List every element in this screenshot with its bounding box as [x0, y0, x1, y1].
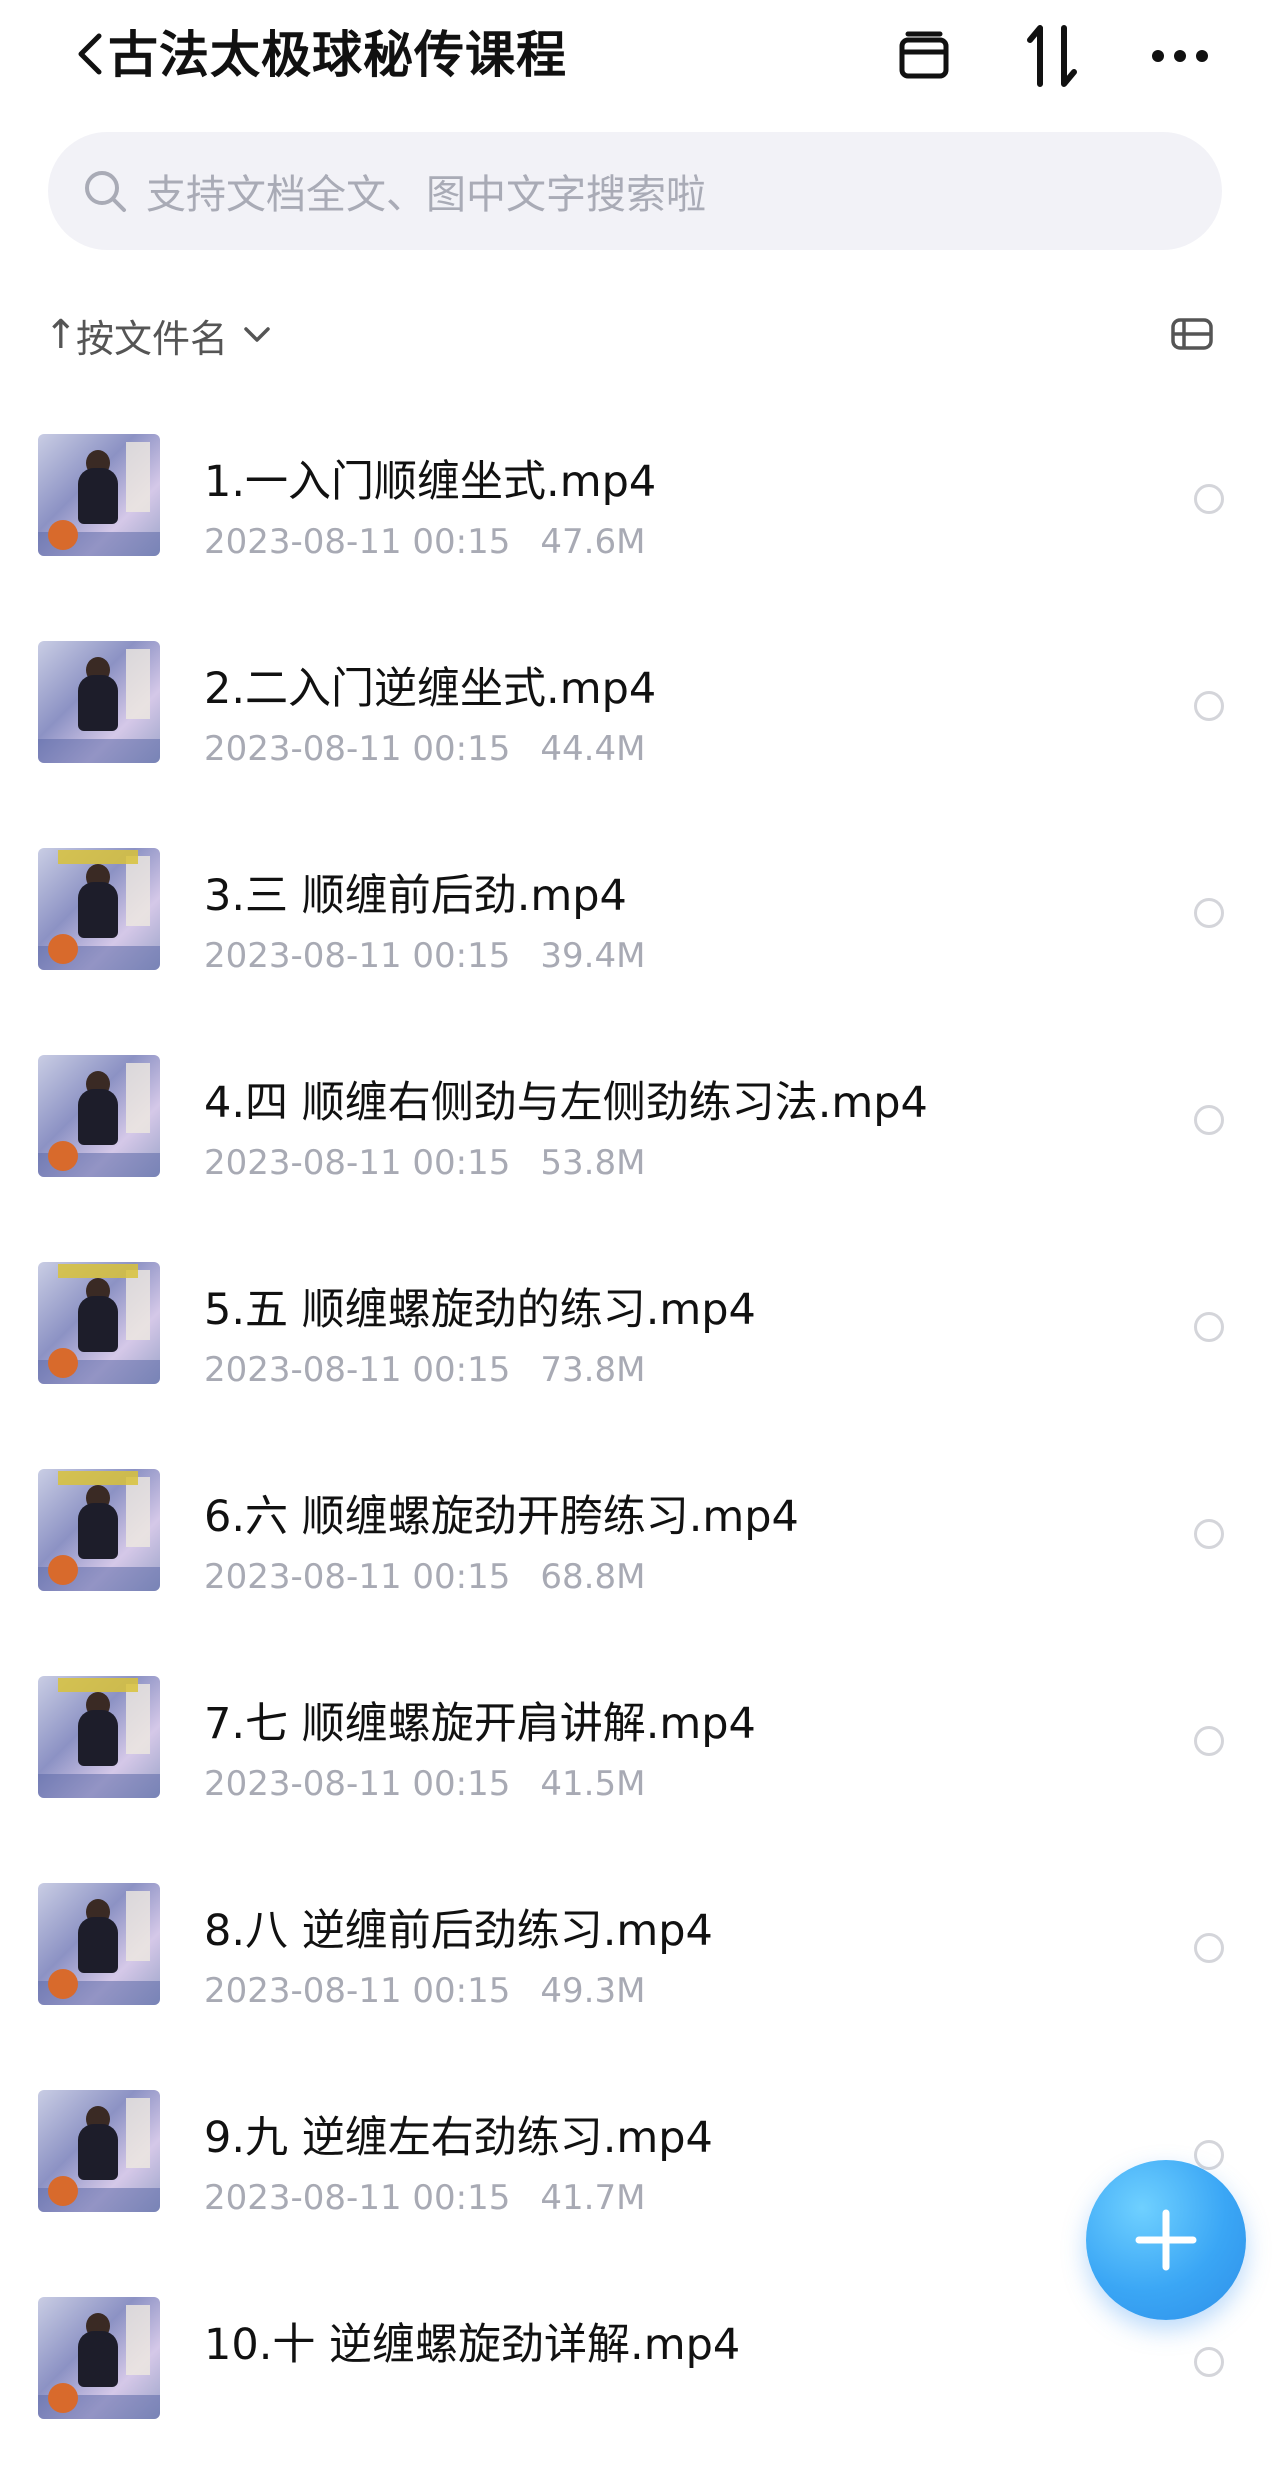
select-radio[interactable]: [1194, 2347, 1224, 2377]
file-meta: 2023-08-11 00:15 73.8M: [204, 1348, 645, 1392]
file-meta: 2023-08-11 00:15 47.6M: [204, 520, 645, 564]
select-radio[interactable]: [1194, 1105, 1224, 1135]
file-row[interactable]: 8.八 逆缠前后劲练习.mp4 2023-08-11 00:15 49.3M: [0, 1863, 1278, 2069]
file-name: 6.六 顺缠螺旋劲开胯练习.mp4: [204, 1492, 799, 1542]
file-date: 2023-08-11 00:15: [204, 2178, 511, 2218]
file-name: 4.四 顺缠右侧劲与左侧劲练习法.mp4: [204, 1078, 928, 1128]
video-thumbnail: [38, 848, 160, 970]
file-meta: 2023-08-11 00:15 44.4M: [204, 727, 645, 771]
file-row[interactable]: 2.二入门逆缠坐式.mp4 2023-08-11 00:15 44.4M: [0, 621, 1278, 827]
file-meta: 2023-08-11 00:15 53.8M: [204, 1141, 645, 1185]
file-date: 2023-08-11 00:15: [204, 729, 511, 769]
file-size: 49.3M: [540, 1971, 646, 2011]
sort-icon[interactable]: [1016, 20, 1088, 92]
file-row[interactable]: 10.十 逆缠螺旋劲详解.mp4: [0, 2277, 1278, 2483]
view-mode-icon[interactable]: [1168, 310, 1216, 358]
file-size: 68.8M: [540, 1557, 646, 1597]
file-date: 2023-08-11 00:15: [204, 1971, 511, 2011]
file-meta: 2023-08-11 00:15 41.7M: [204, 2176, 645, 2220]
file-date: 2023-08-11 00:15: [204, 1764, 511, 1804]
file-name: 1.一入门顺缠坐式.mp4: [204, 457, 657, 507]
back-icon[interactable]: [68, 22, 112, 86]
file-name: 9.九 逆缠左右劲练习.mp4: [204, 2113, 713, 2163]
file-date: 2023-08-11 00:15: [204, 936, 511, 976]
file-row[interactable]: 7.七 顺缠螺旋开肩讲解.mp4 2023-08-11 00:15 41.5M: [0, 1656, 1278, 1862]
video-thumbnail: [38, 641, 160, 763]
select-radio[interactable]: [1194, 691, 1224, 721]
file-size: 39.4M: [540, 936, 646, 976]
file-meta: 2023-08-11 00:15 39.4M: [204, 934, 645, 978]
sort-direction-icon: ↑: [44, 312, 78, 358]
file-row[interactable]: 3.三 顺缠前后劲.mp4 2023-08-11 00:15 39.4M: [0, 828, 1278, 1034]
file-date: 2023-08-11 00:15: [204, 522, 511, 562]
video-thumbnail: [38, 2090, 160, 2212]
sort-selector[interactable]: ↑ 按文件名: [44, 300, 272, 370]
video-thumbnail: [38, 1262, 160, 1384]
search-input[interactable]: 支持文档全文、图中文字搜索啦: [48, 132, 1222, 250]
plus-icon: [1135, 2209, 1197, 2271]
file-date: 2023-08-11 00:15: [204, 1350, 511, 1390]
select-radio[interactable]: [1194, 898, 1224, 928]
video-thumbnail: [38, 434, 160, 556]
file-size: 47.6M: [540, 522, 646, 562]
archive-icon[interactable]: [888, 20, 960, 92]
select-radio[interactable]: [1194, 1933, 1224, 1963]
file-size: 53.8M: [540, 1143, 646, 1183]
file-name: 3.三 顺缠前后劲.mp4: [204, 871, 627, 921]
file-meta: 2023-08-11 00:15 68.8M: [204, 1555, 645, 1599]
chevron-down-icon: [242, 325, 272, 345]
select-radio[interactable]: [1194, 2140, 1224, 2170]
file-size: 41.5M: [540, 1764, 646, 1804]
select-radio[interactable]: [1194, 1726, 1224, 1756]
more-icon[interactable]: [1144, 20, 1216, 92]
file-name: 8.八 逆缠前后劲练习.mp4: [204, 1906, 713, 1956]
file-size: 73.8M: [540, 1350, 646, 1390]
video-thumbnail: [38, 1883, 160, 2005]
top-bar: 古法太极球秘传课程: [0, 0, 1278, 115]
select-radio[interactable]: [1194, 1312, 1224, 1342]
search-icon: [82, 168, 128, 214]
page-title: 古法太极球秘传课程: [108, 26, 567, 84]
file-meta: [204, 2383, 234, 2427]
file-meta: 2023-08-11 00:15 41.5M: [204, 1762, 645, 1806]
file-name: 7.七 顺缠螺旋开肩讲解.mp4: [204, 1699, 756, 1749]
file-date: 2023-08-11 00:15: [204, 1557, 511, 1597]
file-name: 10.十 逆缠螺旋劲详解.mp4: [204, 2320, 741, 2370]
video-thumbnail: [38, 2297, 160, 2419]
select-radio[interactable]: [1194, 484, 1224, 514]
file-size: 44.4M: [540, 729, 646, 769]
file-row[interactable]: 5.五 顺缠螺旋劲的练习.mp4 2023-08-11 00:15 73.8M: [0, 1242, 1278, 1448]
sort-label: 按文件名: [76, 316, 229, 361]
select-radio[interactable]: [1194, 1519, 1224, 1549]
video-thumbnail: [38, 1469, 160, 1591]
file-row[interactable]: 6.六 顺缠螺旋劲开胯练习.mp4 2023-08-11 00:15 68.8M: [0, 1449, 1278, 1655]
video-thumbnail: [38, 1676, 160, 1798]
file-size: 41.7M: [540, 2178, 646, 2218]
add-button[interactable]: [1086, 2160, 1246, 2320]
file-date: 2023-08-11 00:15: [204, 1143, 511, 1183]
search-placeholder: 支持文档全文、图中文字搜索啦: [146, 172, 706, 218]
video-thumbnail: [38, 1055, 160, 1177]
file-name: 5.五 顺缠螺旋劲的练习.mp4: [204, 1285, 756, 1335]
file-meta: 2023-08-11 00:15 49.3M: [204, 1969, 645, 2013]
file-row[interactable]: 4.四 顺缠右侧劲与左侧劲练习法.mp4 2023-08-11 00:15 53.8…: [0, 1035, 1278, 1241]
file-row[interactable]: 1.一入门顺缠坐式.mp4 2023-08-11 00:15 47.6M: [0, 414, 1278, 620]
file-name: 2.二入门逆缠坐式.mp4: [204, 664, 657, 714]
